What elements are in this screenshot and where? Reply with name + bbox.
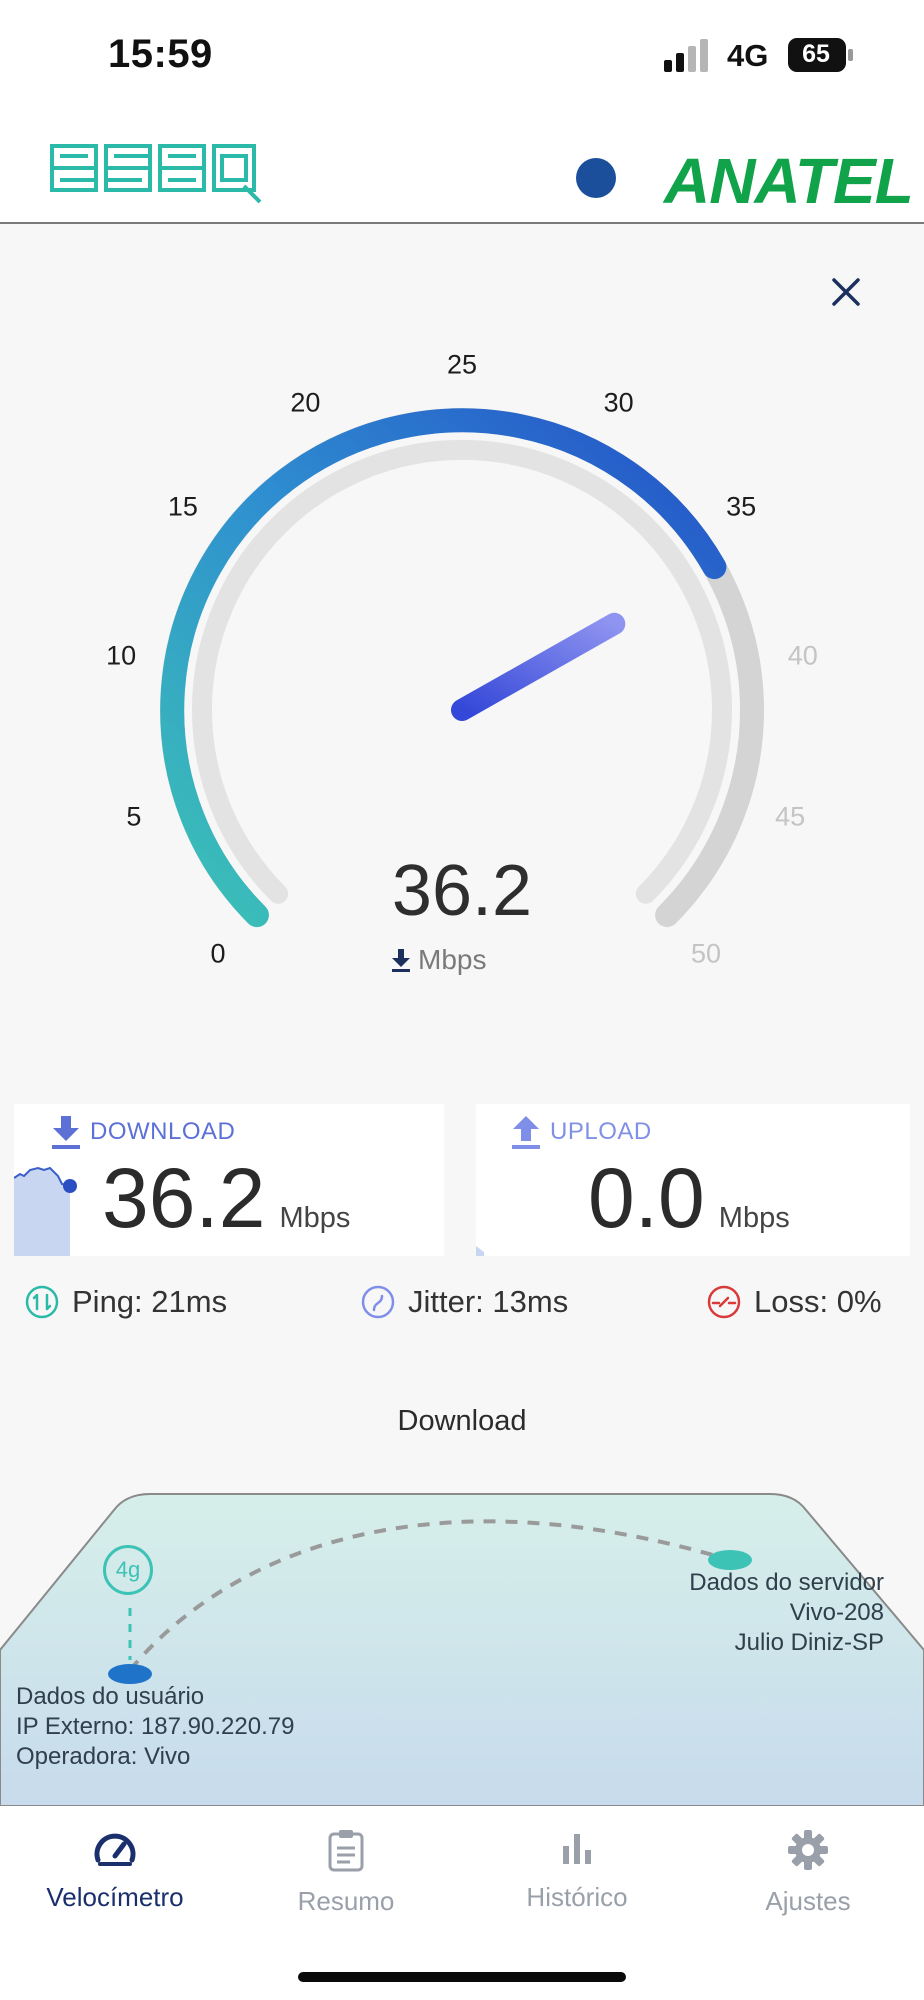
download-arrow-icon <box>392 949 410 972</box>
tab-label: Resumo <box>297 1886 395 1916</box>
download-value-row: 36.2 Mbps <box>102 1150 350 1247</box>
loss-icon <box>707 1285 741 1319</box>
upload-unit: Mbps <box>718 1202 790 1234</box>
user-ip: IP Externo: 187.90.220.79 <box>16 1713 295 1740</box>
download-card: DOWNLOAD 36.2 Mbps <box>14 1104 444 1256</box>
download-sparkline <box>14 1166 77 1256</box>
upload-sparkline <box>476 1246 484 1256</box>
gauge-speed-value: 36.2 <box>391 851 533 931</box>
jitter-icon <box>361 1285 395 1319</box>
server-name: Vivo-208 <box>789 1599 884 1626</box>
upload-header: UPLOAD <box>510 1114 652 1150</box>
upload-icon <box>512 1116 540 1149</box>
tab-resumo[interactable]: Resumo <box>246 1828 446 1938</box>
loss-text: Loss: 0% <box>754 1284 882 1319</box>
tab-historico[interactable]: Histórico <box>477 1828 677 1938</box>
gauge-tick-label: 45 <box>775 801 806 832</box>
server-location: Julio Diniz-SP <box>734 1629 884 1656</box>
upload-value-row: 0.0 Mbps <box>588 1150 790 1247</box>
upload-label: UPLOAD <box>550 1118 652 1145</box>
gauge-tick-label: 25 <box>446 349 478 380</box>
clipboard-icon <box>328 1830 364 1872</box>
gauge-tick-label: 5 <box>126 801 142 832</box>
ping-icon <box>25 1285 59 1319</box>
download-unit: Mbps <box>279 1202 351 1234</box>
gear-icon <box>788 1830 828 1870</box>
gauge-tick-label: 10 <box>106 640 137 671</box>
gauge-unit-row: Mbps <box>390 944 540 976</box>
tab-label: Histórico <box>526 1882 628 1912</box>
server-info-title: Dados do servidor <box>689 1569 884 1596</box>
upload-card: UPLOAD 0.0 Mbps <box>476 1104 910 1256</box>
gauge-tick-label: 40 <box>787 640 818 671</box>
user-info-title: Dados do usuário <box>16 1683 205 1710</box>
jitter-text: Jitter: 13ms <box>408 1284 569 1319</box>
upload-value: 0.0 <box>588 1151 705 1245</box>
gauge-tick-label: 30 <box>603 387 634 418</box>
jitter-stat: Jitter: 13ms <box>360 1284 568 1320</box>
map-title: Download <box>397 1405 527 1437</box>
download-label: DOWNLOAD <box>90 1118 236 1145</box>
user-carrier: Operadora: Vivo <box>16 1743 191 1770</box>
loss-stat: Loss: 0% <box>706 1284 882 1320</box>
gauge-tick-label: 35 <box>726 491 757 522</box>
download-header: DOWNLOAD <box>50 1114 235 1150</box>
ping-stat: Ping: 21ms <box>24 1284 227 1320</box>
network-badge: 4g <box>103 1545 153 1595</box>
tab-bar: Velocímetro Resumo Histórico Ajustes <box>0 1806 924 2000</box>
download-value: 36.2 <box>102 1151 266 1245</box>
speedometer-icon <box>94 1833 136 1866</box>
gauge-tick-label: 15 <box>167 491 198 522</box>
tab-velocimetro[interactable]: Velocímetro <box>15 1828 215 1938</box>
gauge-tick-label: 20 <box>290 387 321 418</box>
ping-text: Ping: 21ms <box>72 1284 228 1319</box>
gauge-tick-label: 0 <box>210 938 226 969</box>
gauge-tick-label: 50 <box>690 938 722 969</box>
server-info: Dados do servidor Vivo-208 Julio Diniz-S… <box>689 1568 884 1658</box>
home-indicator <box>298 1972 626 1982</box>
bar-chart-icon <box>563 1834 591 1864</box>
user-info: Dados do usuário IP Externo: 187.90.220.… <box>16 1682 294 1772</box>
download-icon <box>52 1116 80 1149</box>
tab-ajustes[interactable]: Ajustes <box>708 1828 908 1938</box>
tab-label: Velocímetro <box>46 1882 184 1912</box>
gauge-unit: Mbps <box>418 944 487 975</box>
tab-label: Ajustes <box>765 1886 851 1916</box>
stats-row: Ping: 21ms Jitter: 13ms Loss: 0% <box>0 1278 924 1334</box>
